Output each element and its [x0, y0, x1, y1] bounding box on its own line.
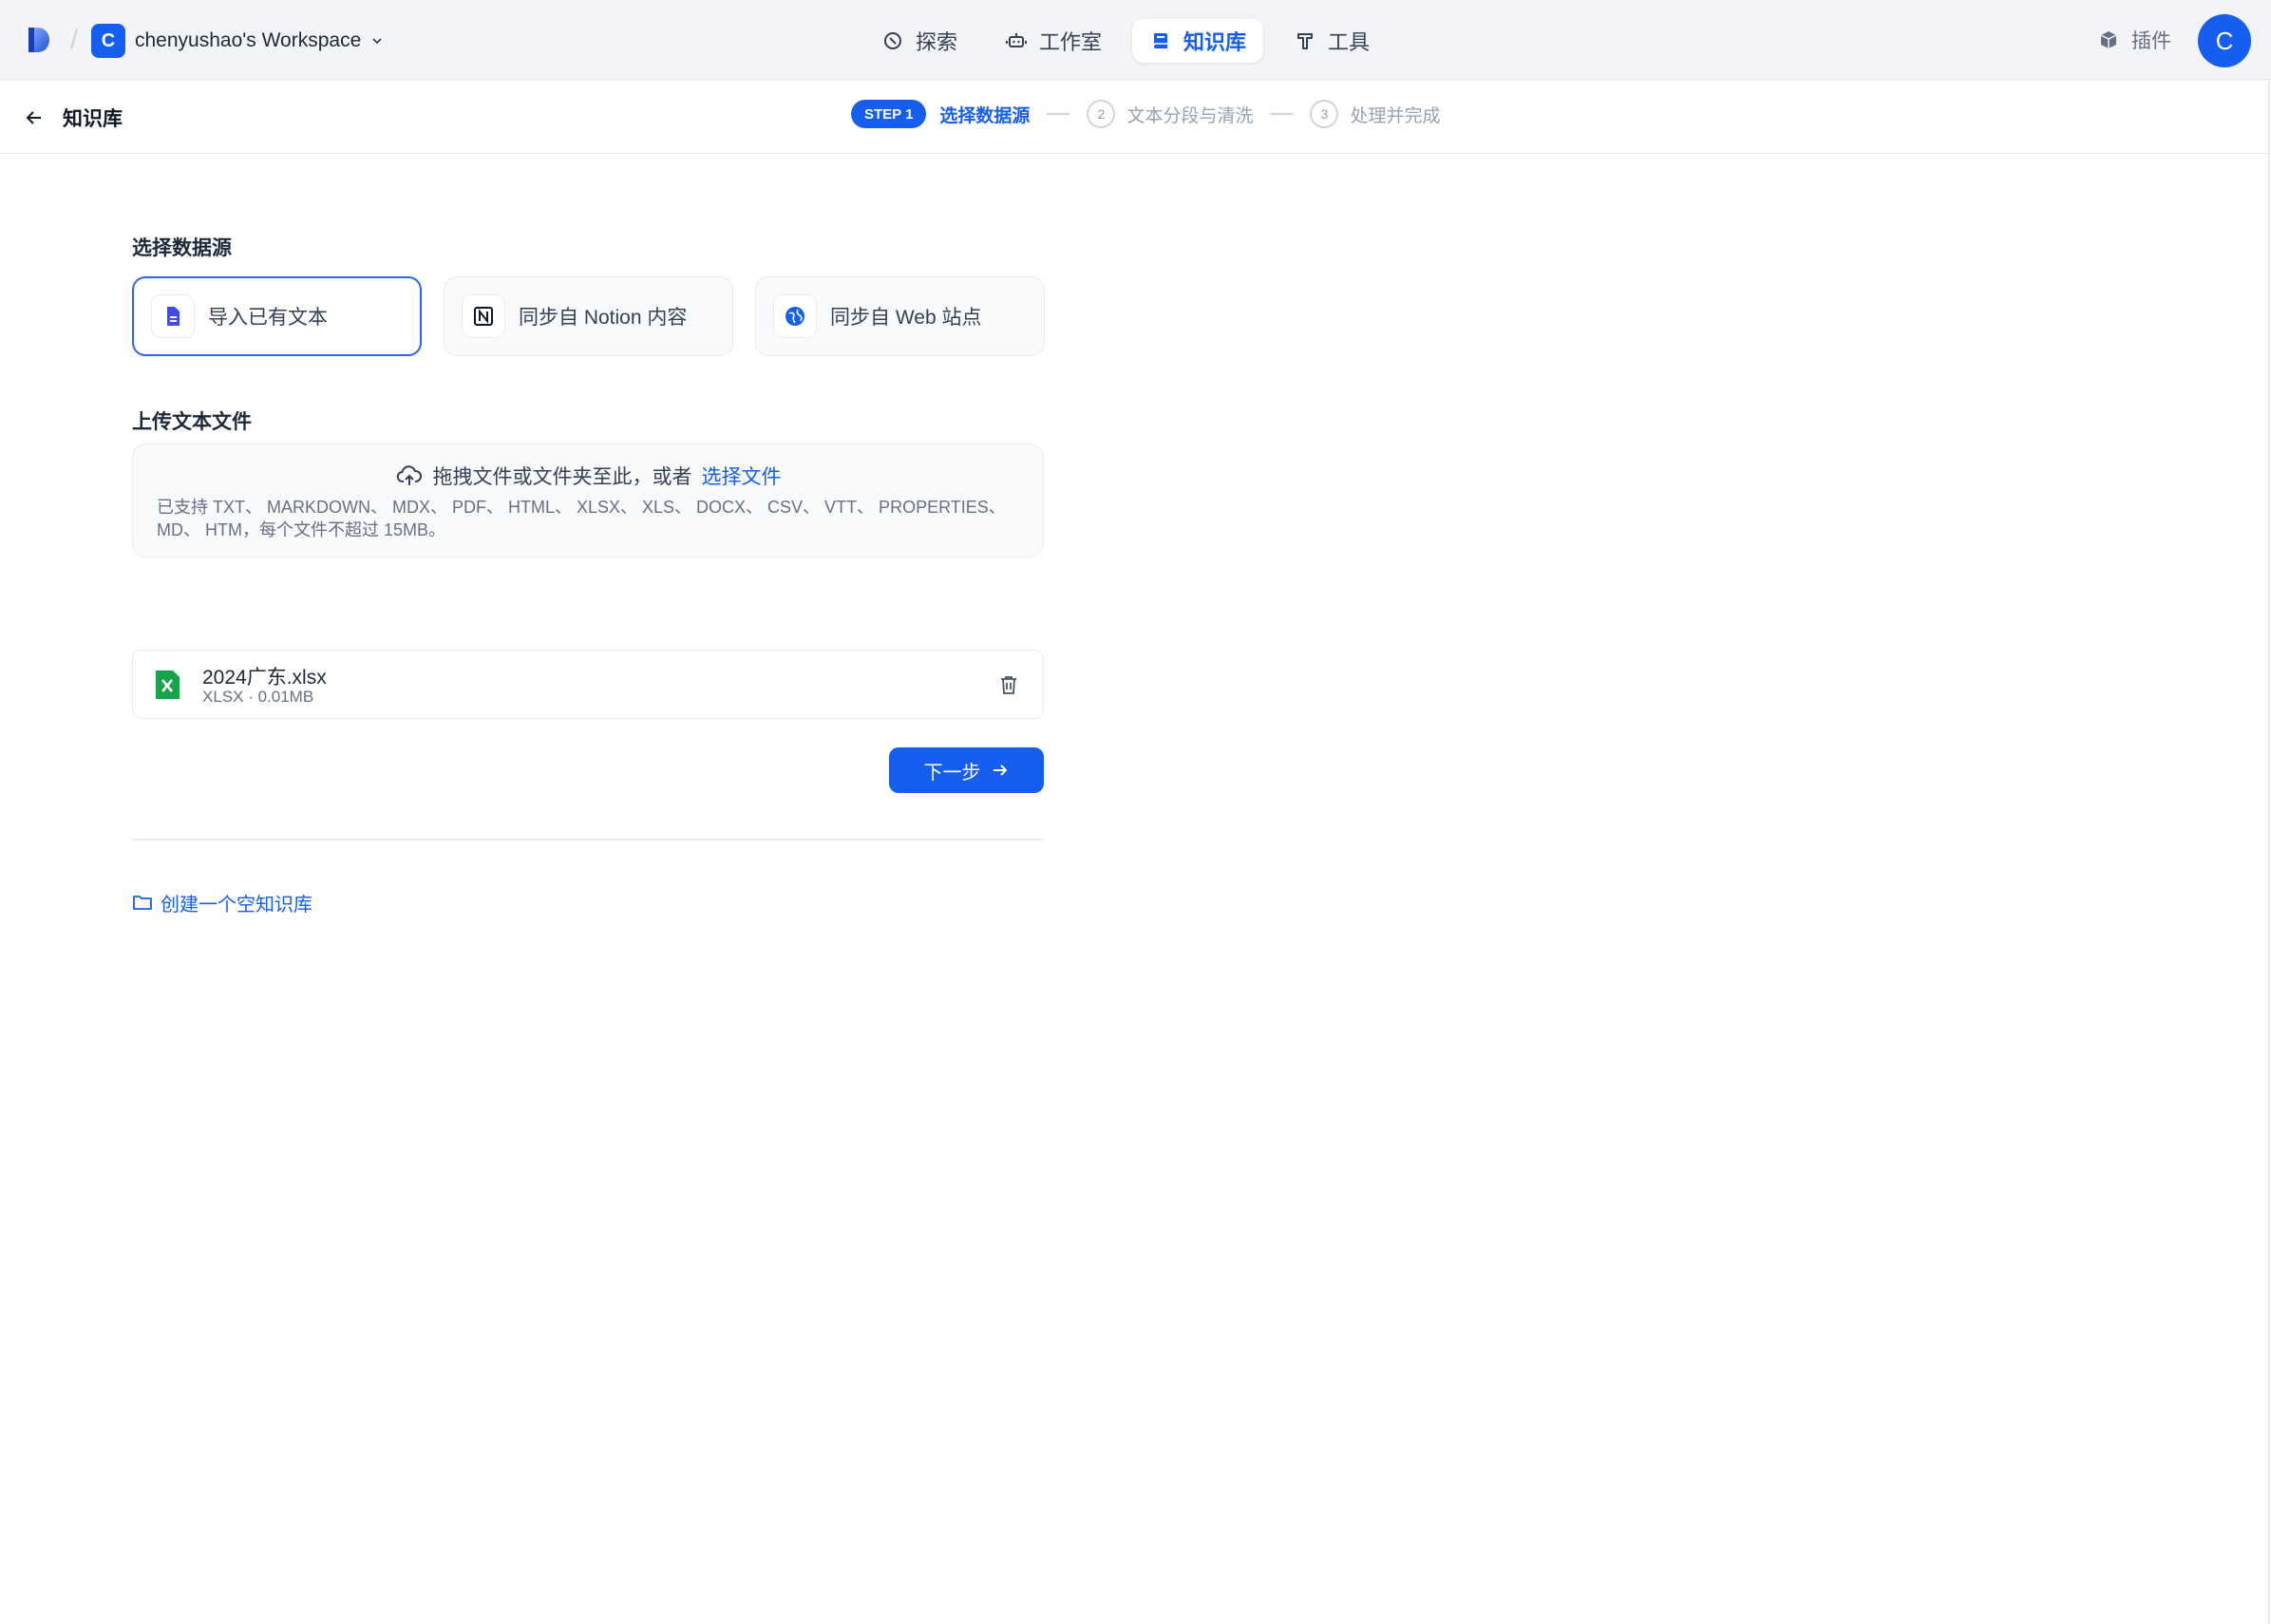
- next-step-button[interactable]: 下一步: [889, 747, 1044, 793]
- source-option-import-text[interactable]: 导入已有文本: [132, 276, 422, 356]
- source-option-label: 同步自 Notion 内容: [519, 307, 688, 329]
- create-empty-label: 创建一个空知识库: [161, 894, 312, 916]
- main-panel: 知识库 STEP 1 选择数据源 2 文本分段与清洗 3 处理并完成 选择数据源…: [0, 81, 2269, 1624]
- upload-heading: 上传文本文件: [132, 411, 252, 433]
- plugins-label: 插件: [2131, 30, 2171, 52]
- nav-studio-label: 工作室: [1039, 30, 1103, 54]
- step-1-pill: STEP 1: [851, 100, 927, 128]
- cloud-upload-icon: [396, 465, 422, 485]
- chevron-down-icon: [372, 38, 382, 45]
- source-option-label: 导入已有文本: [208, 307, 328, 329]
- app-logo-icon[interactable]: [25, 25, 55, 55]
- compass-icon: [884, 32, 901, 49]
- nav-knowledge[interactable]: 知识库: [1132, 19, 1264, 63]
- plugins-button[interactable]: 插件: [2097, 25, 2171, 55]
- nav-tools-label: 工具: [1328, 30, 1371, 54]
- step-indicator: STEP 1 选择数据源 2 文本分段与清洗 3 处理并完成: [851, 100, 1440, 128]
- arrow-right-icon: [993, 765, 1007, 776]
- globe-icon: [785, 307, 804, 326]
- section-divider: [132, 839, 1044, 840]
- back-button[interactable]: 知识库: [23, 104, 123, 132]
- nav-explore[interactable]: 探索: [864, 19, 975, 63]
- page-subheader: 知识库 STEP 1 选择数据源 2 文本分段与清洗 3 处理并完成: [0, 81, 2268, 154]
- cube-icon: [2100, 31, 2117, 48]
- notion-icon: [474, 307, 493, 326]
- step-connector: [1047, 113, 1070, 115]
- dropzone-prompt: 拖拽文件或文件夹至此，或者 选择文件: [133, 462, 1043, 490]
- source-option-label: 同步自 Web 站点: [830, 307, 982, 329]
- nav-explore-label: 探索: [916, 30, 958, 54]
- select-file-link[interactable]: 选择文件: [702, 462, 782, 490]
- step-connector: [1270, 113, 1294, 115]
- source-icon-box: [151, 294, 195, 338]
- excel-file-icon: [156, 670, 180, 699]
- uploaded-file-item: 2024广东.xlsx XLSX · 0.01MB: [132, 650, 1044, 719]
- step-2-number: 2: [1087, 100, 1116, 128]
- robot-icon: [1006, 33, 1028, 47]
- dropzone-text: 拖拽文件或文件夹至此，或者: [432, 466, 692, 488]
- workspace-badge: C: [91, 24, 125, 58]
- nav-tools[interactable]: 工具: [1277, 19, 1387, 63]
- folder-icon: [133, 896, 152, 910]
- nav-knowledge-label: 知识库: [1183, 30, 1247, 54]
- source-option-notion[interactable]: 同步自 Notion 内容: [444, 276, 733, 356]
- trash-icon[interactable]: [997, 673, 1020, 696]
- nav-studio[interactable]: 工作室: [988, 19, 1119, 63]
- data-source-heading: 选择数据源: [132, 237, 232, 259]
- file-name: 2024广东.xlsx: [202, 667, 327, 689]
- main-nav: 探索 工作室 知识库 工具: [864, 19, 1387, 63]
- workspace-switcher[interactable]: C chenyushao's Workspace: [91, 23, 384, 59]
- hammer-icon: [1297, 33, 1314, 49]
- file-dropzone[interactable]: 拖拽文件或文件夹至此，或者 选择文件 已支持 TXT、 MARKDOWN、 MD…: [132, 444, 1044, 557]
- step-2-label: 文本分段与清洗: [1126, 105, 1254, 126]
- page-title: 知识库: [63, 108, 123, 130]
- top-bar: / C chenyushao's Workspace 探索 工作室 知识库 工具…: [0, 0, 2271, 80]
- workspace-name: chenyushao's Workspace: [135, 29, 362, 51]
- user-avatar[interactable]: C: [2198, 14, 2251, 67]
- next-step-label: 下一步: [923, 762, 981, 784]
- create-empty-knowledge-link[interactable]: 创建一个空知识库: [132, 888, 312, 916]
- source-option-web[interactable]: 同步自 Web 站点: [755, 276, 1045, 356]
- step-1-label: 选择数据源: [939, 105, 1031, 126]
- supported-formats-tip: 已支持 TXT、 MARKDOWN、 MDX、 PDF、 HTML、 XLSX、…: [157, 498, 1006, 539]
- document-icon: [167, 307, 180, 326]
- arrow-left-icon: [26, 111, 41, 124]
- step-3-number: 3: [1310, 100, 1339, 128]
- step-3-label: 处理并完成: [1350, 105, 1441, 126]
- source-icon-box: [773, 294, 817, 338]
- book-icon: [1153, 33, 1168, 48]
- source-icon-box: [462, 294, 505, 338]
- file-meta: XLSX · 0.01MB: [202, 688, 314, 706]
- breadcrumb-separator: /: [70, 24, 79, 55]
